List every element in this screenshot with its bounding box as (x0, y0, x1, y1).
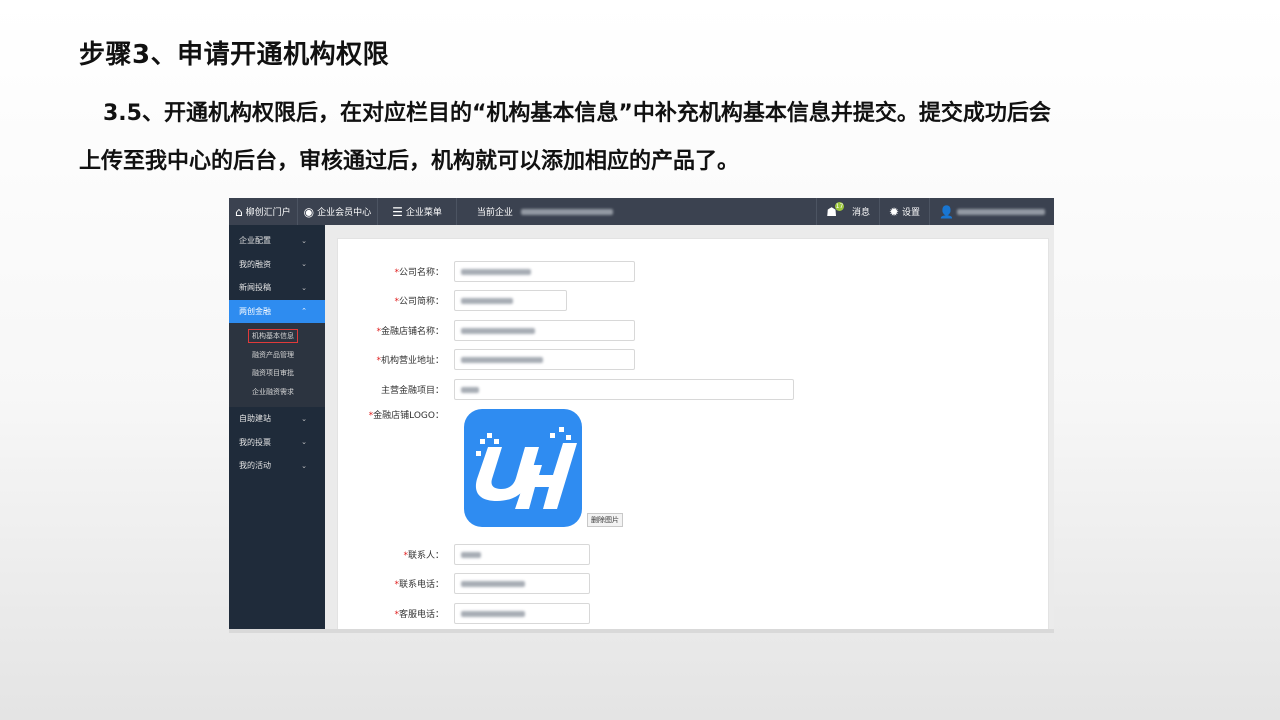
sidebar-item-my-financing[interactable]: 我的融资 ⌄ (229, 253, 325, 277)
chevron-down-icon: ⌄ (301, 260, 307, 269)
user-circle-icon: ◉ (303, 204, 315, 219)
sidebar-sub-item-financing-demand[interactable]: 企业融资需求 (229, 383, 325, 402)
sidebar-sub-item-institution-info[interactable]: 机构基本信息 (229, 327, 325, 346)
form-row-service-phone: *客服电话： (338, 603, 590, 624)
shop-logo-image[interactable] (464, 409, 582, 527)
form-row-company-name: *公司名称： (338, 261, 635, 282)
sidebar-submenu: 机构基本信息 融资产品管理 融资项目审批 企业融资需求 (229, 323, 325, 407)
user-name-redacted (957, 208, 1045, 215)
form-row-shop-name: *金融店铺名称： (338, 320, 635, 341)
business-address-input[interactable] (454, 349, 635, 370)
slide-description-line2: 上传至我中心的后台，审核通过后，机构就可以添加相应的产品了。 (79, 149, 740, 174)
embedded-screenshot: ⌂ 柳创汇门户 ◉ 企业会员中心 ☰ 企业菜单 当前企业 ☗ 17 消息 ✹ 设… (229, 198, 1054, 633)
contact-person-input[interactable] (454, 544, 590, 565)
hamburger-menu-icon: ☰ (392, 204, 403, 219)
sidebar-item-self-site[interactable]: 自助建站 ⌄ (229, 407, 325, 431)
chevron-down-icon: ⌄ (301, 438, 307, 447)
chevron-down-icon: ⌄ (301, 461, 307, 470)
form-row-main-projects: 主营金融项目： (338, 379, 794, 400)
current-company: 当前企业 (457, 198, 613, 225)
sidebar: 企业配置 ⌄ 我的融资 ⌄ 新闻投稿 ⌄ 两创金融 ⌃ 机构基本信息 融资产品管理 融资… (229, 225, 325, 633)
sidebar-item-enterprise-config[interactable]: 企业配置 ⌄ (229, 229, 325, 253)
service-phone-input[interactable] (454, 603, 590, 624)
chevron-down-icon: ⌄ (301, 414, 307, 423)
message-count-badge: 17 (834, 202, 844, 211)
portal-link[interactable]: ⌂ 柳创汇门户 (229, 198, 298, 225)
delete-image-button[interactable]: 删除图片 (587, 513, 623, 527)
uh-logo-icon (475, 427, 577, 509)
sidebar-sub-item-product-management[interactable]: 融资产品管理 (229, 346, 325, 365)
company-short-name-input[interactable] (454, 290, 567, 311)
sidebar-item-my-votes[interactable]: 我的投票 ⌄ (229, 431, 325, 455)
user-icon: 👤 (939, 204, 954, 219)
shop-name-input[interactable] (454, 320, 635, 341)
chevron-up-icon: ⌃ (301, 307, 307, 316)
form-row-shop-logo: *金融店铺LOGO： (368, 411, 444, 421)
messages-button[interactable]: ☗ 17 消息 (816, 198, 879, 225)
form-row-contact-phone: *联系电话： (338, 573, 590, 594)
form-row-contact-person: *联系人： (338, 544, 590, 565)
slide-title: 步骤3、申请开通机构权限 (79, 40, 390, 70)
institution-info-form: *公司名称： *公司简称： *金融店铺名称： *机构营业地址： 主营金融项目： … (337, 238, 1049, 633)
chevron-down-icon: ⌄ (301, 236, 307, 245)
home-icon: ⌂ (235, 204, 243, 219)
sidebar-item-finance[interactable]: 两创金融 ⌃ (229, 299, 325, 323)
form-row-company-short-name: *公司简称： (338, 290, 567, 311)
gear-icon: ✹ (888, 204, 900, 219)
chevron-down-icon: ⌄ (301, 283, 307, 292)
slide-description: 3.5、开通机构权限后，在对应栏目的“机构基本信息”中补充机构基本信息并提交。提… (79, 90, 1179, 186)
settings-button[interactable]: ✹ 设置 (878, 198, 929, 225)
slide-description-line1: 3.5、开通机构权限后，在对应栏目的“机构基本信息”中补充机构基本信息并提交。提… (103, 101, 1051, 126)
sidebar-sub-item-project-approval[interactable]: 融资项目审批 (229, 364, 325, 383)
screenshot-bottom-strip (229, 629, 1054, 633)
main-projects-input[interactable] (454, 379, 794, 400)
user-account-button[interactable]: 👤 (929, 198, 1054, 225)
sidebar-item-my-activities[interactable]: 我的活动 ⌄ (229, 454, 325, 478)
sidebar-item-news-submission[interactable]: 新闻投稿 ⌄ (229, 276, 325, 300)
contact-phone-input[interactable] (454, 573, 590, 594)
enterprise-menu-button[interactable]: ☰ 企业菜单 (378, 198, 457, 225)
top-navigation-bar: ⌂ 柳创汇门户 ◉ 企业会员中心 ☰ 企业菜单 当前企业 ☗ 17 消息 ✹ 设… (229, 198, 1054, 225)
company-name-input[interactable] (454, 261, 635, 282)
company-name-redacted (520, 208, 613, 215)
member-center-link[interactable]: ◉ 企业会员中心 (298, 198, 379, 225)
form-row-business-address: *机构营业地址： (338, 349, 635, 370)
